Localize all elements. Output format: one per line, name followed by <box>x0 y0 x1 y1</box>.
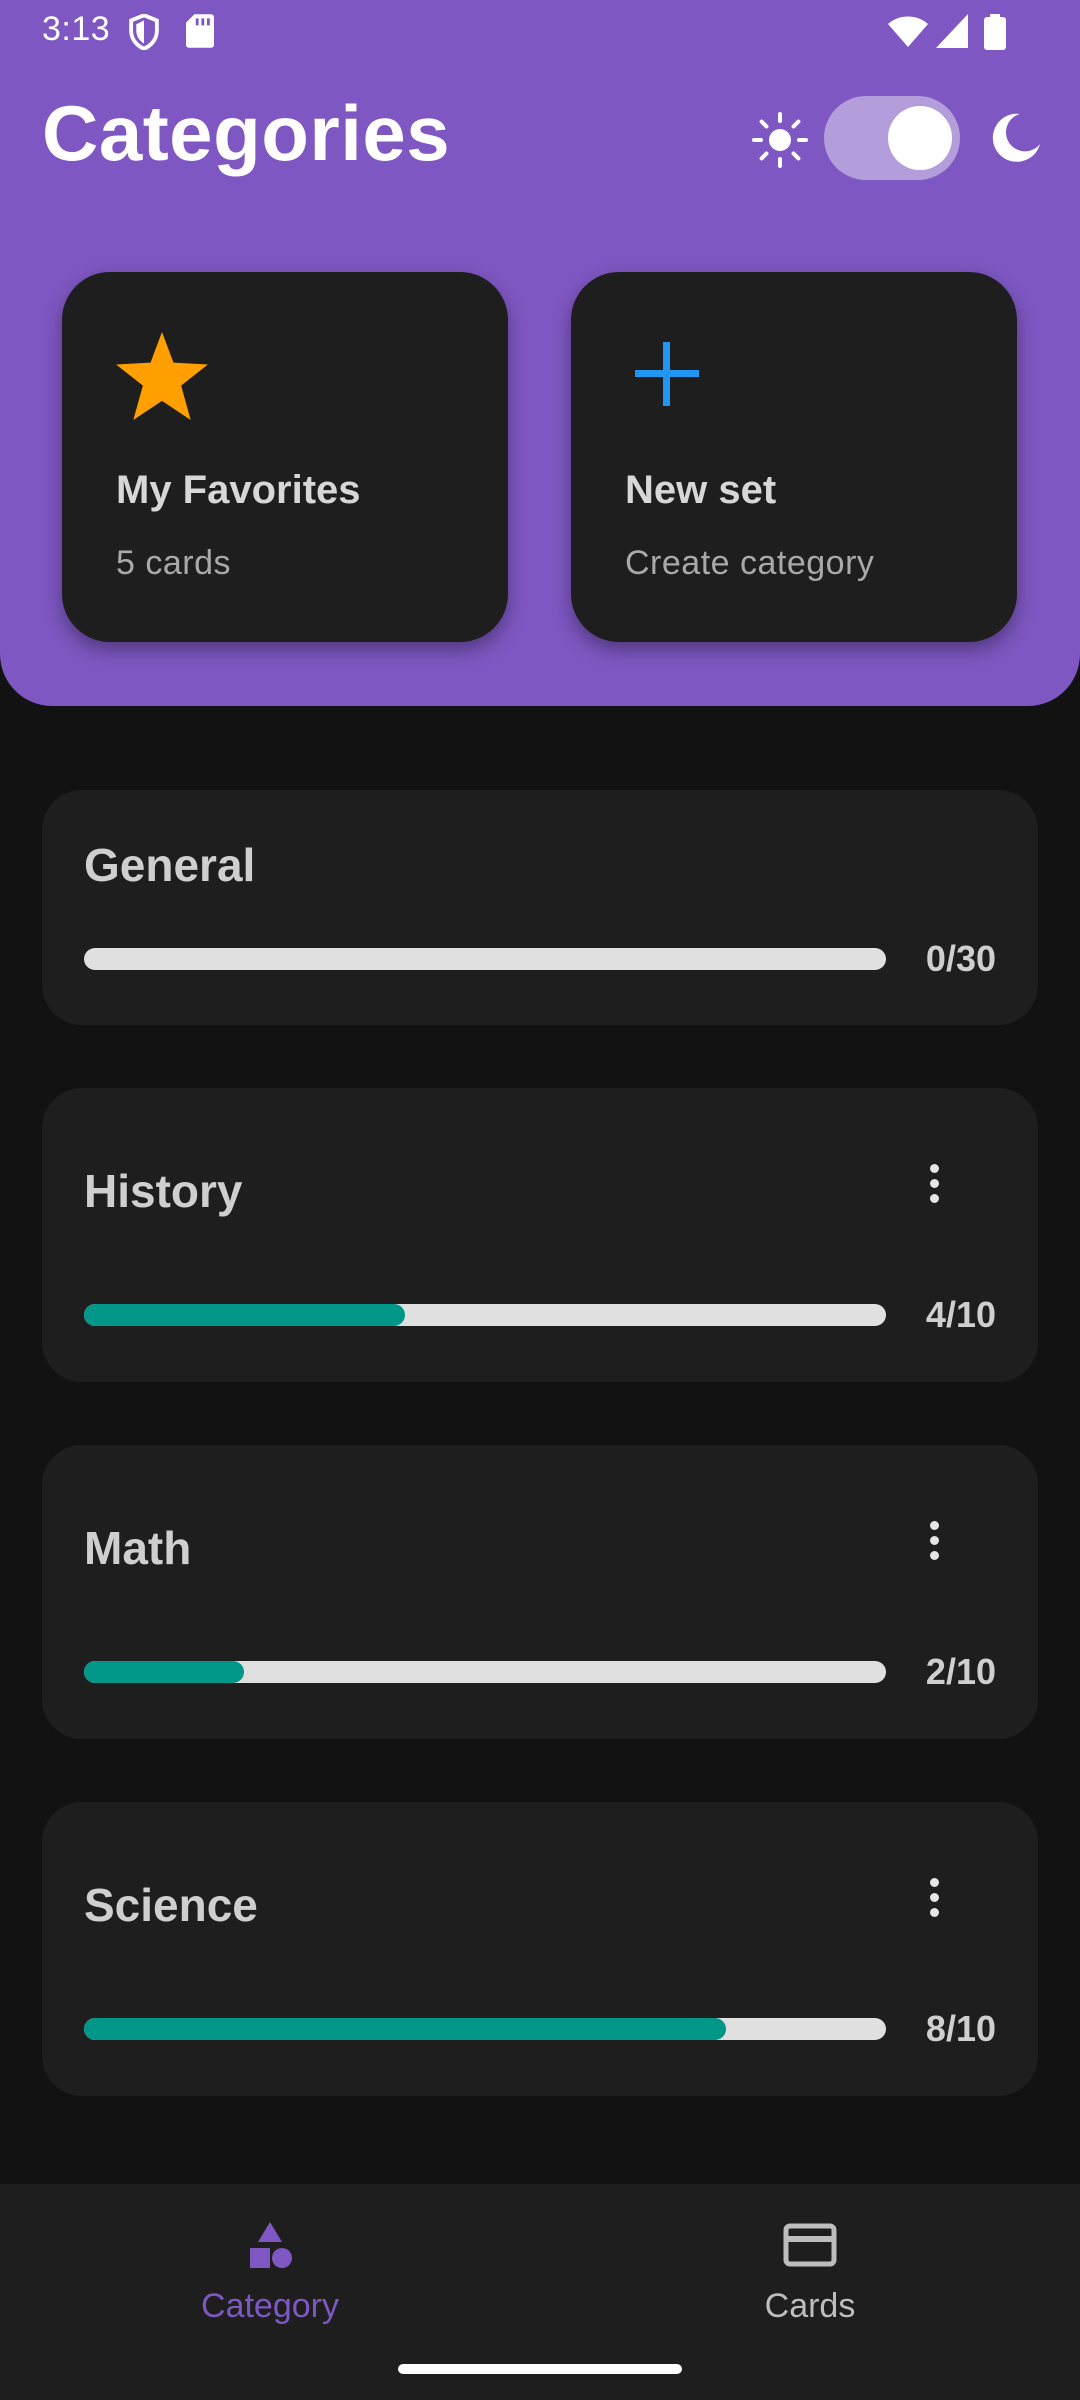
new-set-subtitle: Create category <box>625 544 875 582</box>
page-title: Categories <box>42 89 451 177</box>
category-card-math[interactable]: Math 2/10 <box>42 1445 1038 1739</box>
favorites-title: My Favorites <box>116 468 361 512</box>
more-options-icon[interactable] <box>914 1872 954 1932</box>
category-name: Science <box>84 1879 258 1931</box>
gesture-handle[interactable] <box>398 2364 682 2374</box>
shield-icon <box>128 13 160 55</box>
wifi-icon <box>888 14 928 53</box>
sun-icon <box>752 112 808 173</box>
new-set-title: New set <box>625 468 777 512</box>
nav-label-cards: Cards <box>764 2287 856 2325</box>
status-bar: 3:13 <box>0 0 1080 64</box>
category-icon <box>120 2218 420 2279</box>
battery-icon <box>984 14 1006 55</box>
category-name: Math <box>84 1522 192 1574</box>
progress-fill <box>84 2018 726 2040</box>
signal-icon <box>936 14 968 53</box>
status-time: 3:13 <box>42 10 111 48</box>
more-options-icon[interactable] <box>914 1515 954 1575</box>
category-card-history[interactable]: History 4/10 <box>42 1088 1038 1382</box>
progress-fill <box>84 1304 405 1326</box>
progress-fill <box>84 1661 245 1683</box>
category-count: 2/10 <box>925 1651 996 1692</box>
category-count: 0/30 <box>925 938 996 979</box>
category-count: 8/10 <box>925 2008 996 2049</box>
cards-icon <box>660 2218 960 2279</box>
progress-bar <box>84 1661 886 1683</box>
category-count: 4/10 <box>925 1294 996 1335</box>
header: 3:13 Categories My Favorites 5 cards New… <box>0 0 1080 706</box>
category-card-science[interactable]: Science 8/10 <box>42 1802 1038 2096</box>
star-icon <box>116 332 208 425</box>
nav-item-cards[interactable]: Cards <box>660 2208 960 2358</box>
new-set-card[interactable]: New set Create category <box>571 272 1017 642</box>
progress-bar <box>84 2018 886 2040</box>
sd-card-icon <box>186 14 214 53</box>
category-name: General <box>84 839 256 891</box>
category-name: History <box>84 1165 243 1217</box>
favorites-card[interactable]: My Favorites 5 cards <box>62 272 508 642</box>
theme-toggle[interactable] <box>824 96 960 180</box>
plus-icon <box>625 332 709 421</box>
theme-toggle-group <box>752 92 1042 182</box>
progress-bar <box>84 1304 886 1326</box>
toggle-knob <box>888 106 952 170</box>
nav-label-category: Category <box>201 2287 339 2325</box>
moon-icon <box>990 112 1042 169</box>
favorites-count: 5 cards <box>116 544 231 582</box>
categories-screen: 3:13 Categories My Favorites 5 cards New… <box>0 0 1080 2400</box>
category-card-general[interactable]: General 0/30 <box>42 790 1038 1025</box>
nav-item-category[interactable]: Category <box>120 2208 420 2358</box>
more-options-icon[interactable] <box>914 1158 954 1218</box>
progress-bar <box>84 948 886 970</box>
